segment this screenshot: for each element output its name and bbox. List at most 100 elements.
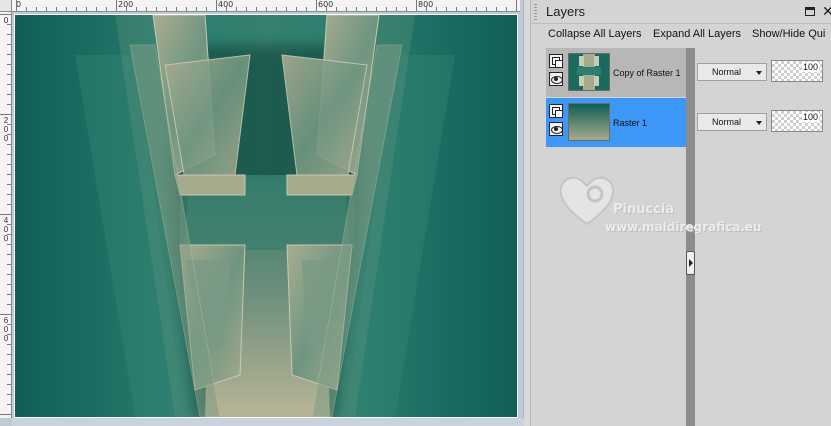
blend-mode-select[interactable]: Normal: [697, 113, 767, 131]
ruler-tick: [76, 7, 77, 11]
canvas-scroll-area[interactable]: [12, 418, 524, 426]
window-icon[interactable]: [805, 7, 815, 16]
ruler-tick: [356, 7, 357, 11]
canvas-artwork: [15, 15, 517, 417]
ruler-tick: [506, 7, 507, 11]
ruler-tick: [7, 184, 11, 185]
ruler-tick: [336, 7, 337, 11]
opacity-value: 100: [801, 112, 819, 122]
ruler-tick: [7, 344, 11, 345]
ruler-tick: [7, 204, 11, 205]
ruler-tick: [376, 7, 377, 11]
ruler-tick: [7, 284, 11, 285]
ruler-tick: [7, 84, 11, 85]
ruler-tick: [366, 7, 367, 11]
ruler-tick: [7, 174, 11, 175]
ruler-tick: [386, 7, 387, 11]
ruler-tick: [486, 7, 487, 11]
ruler-left: 0 200 400 600: [0, 12, 12, 418]
ruler-tick: [7, 254, 11, 255]
ruler-tick: [7, 164, 11, 165]
app-window: 0 200 400 600 800 0 200 400 600 Layers ✕…: [0, 0, 831, 426]
layers-toolbar: Collapse All Layers Expand All Layers Sh…: [531, 24, 831, 46]
ruler-tick: [7, 94, 11, 95]
ruler-tick: [36, 7, 37, 11]
ruler-tick: [226, 7, 227, 11]
ruler-tick: [316, 0, 317, 11]
ruler-corner: [0, 0, 12, 12]
layer-name: Raster 1: [613, 118, 648, 128]
ruler-tick: [0, 214, 11, 215]
layer-thumbnail[interactable]: [568, 103, 610, 141]
ruler-tick: [436, 7, 437, 11]
ruler-tick: [16, 0, 17, 11]
ruler-tick: [7, 194, 11, 195]
ruler-tick: [66, 7, 67, 11]
blend-mode-value: Normal: [712, 67, 742, 77]
layer-thumbnail-image: [569, 104, 609, 140]
splitter-handle[interactable]: [686, 251, 695, 275]
ruler-top: 0 200 400 600 800: [12, 0, 520, 12]
ruler-tick: [426, 7, 427, 11]
ruler-tick: [416, 0, 417, 11]
ruler-tick: [236, 7, 237, 11]
ruler-tick: [0, 314, 11, 315]
opacity-field[interactable]: 100: [771, 60, 823, 82]
layer-icons: [549, 104, 565, 140]
ruler-tick: [206, 7, 207, 11]
ruler-tick: [0, 14, 11, 15]
ruler-tick: [266, 7, 267, 11]
opacity-field[interactable]: 100: [771, 110, 823, 132]
ruler-tick: [7, 74, 11, 75]
ruler-tick: [216, 0, 217, 11]
ruler-tick: [296, 7, 297, 11]
ruler-tick: [7, 244, 11, 245]
ruler-tick: [7, 144, 11, 145]
ruler-left-label: 200: [3, 116, 9, 143]
close-icon[interactable]: ✕: [822, 3, 831, 19]
ruler-tick: [7, 264, 11, 265]
canvas-area[interactable]: 0 200 400 600 800 0 200 400 600: [0, 0, 524, 426]
ruler-tick: [7, 294, 11, 295]
image-canvas[interactable]: [14, 14, 518, 418]
ruler-tick: [7, 64, 11, 65]
watermark: Pinuccia www.maldiregrafica.eu: [557, 172, 787, 242]
ruler-tick: [7, 34, 11, 35]
layer-item-selected[interactable]: Raster 1: [546, 98, 686, 147]
ruler-tick: [496, 7, 497, 11]
ruler-tick: [0, 414, 11, 415]
ruler-tick: [396, 7, 397, 11]
ruler-tick: [46, 7, 47, 11]
expand-all-layers-button[interactable]: Expand All Layers: [653, 28, 741, 40]
ruler-tick: [286, 7, 287, 11]
show-hide-quick-button[interactable]: Show/Hide Qui: [752, 28, 825, 40]
eye-icon[interactable]: [549, 72, 563, 86]
blend-mode-select[interactable]: Normal: [697, 63, 767, 81]
layer-item[interactable]: Copy of Raster 1: [546, 48, 686, 97]
layer-icons: [549, 54, 565, 90]
ruler-tick: [7, 274, 11, 275]
layer-group-icon[interactable]: [549, 54, 563, 68]
ruler-tick: [0, 114, 11, 115]
grip-icon[interactable]: [534, 4, 537, 20]
ruler-tick: [7, 364, 11, 365]
ruler-tick: [126, 7, 127, 11]
chevron-down-icon: [756, 71, 762, 75]
ruler-tick: [246, 7, 247, 11]
ruler-tick: [446, 7, 447, 11]
ruler-tick: [7, 404, 11, 405]
ruler-tick: [196, 7, 197, 11]
ruler-tick: [146, 7, 147, 11]
panel-title: Layers: [546, 4, 586, 19]
panel-title-bar[interactable]: Layers ✕: [531, 0, 831, 24]
blend-mode-value: Normal: [712, 117, 742, 127]
collapse-all-layers-button[interactable]: Collapse All Layers: [548, 28, 642, 40]
layer-group-icon[interactable]: [549, 104, 563, 118]
ruler-tick: [7, 304, 11, 305]
ruler-tick: [516, 0, 517, 11]
ruler-left-label: 600: [3, 316, 9, 343]
ruler-tick: [7, 104, 11, 105]
watermark-site: www.maldiregrafica.eu: [605, 220, 762, 234]
layer-thumbnail[interactable]: [568, 53, 610, 91]
eye-icon[interactable]: [549, 122, 563, 136]
